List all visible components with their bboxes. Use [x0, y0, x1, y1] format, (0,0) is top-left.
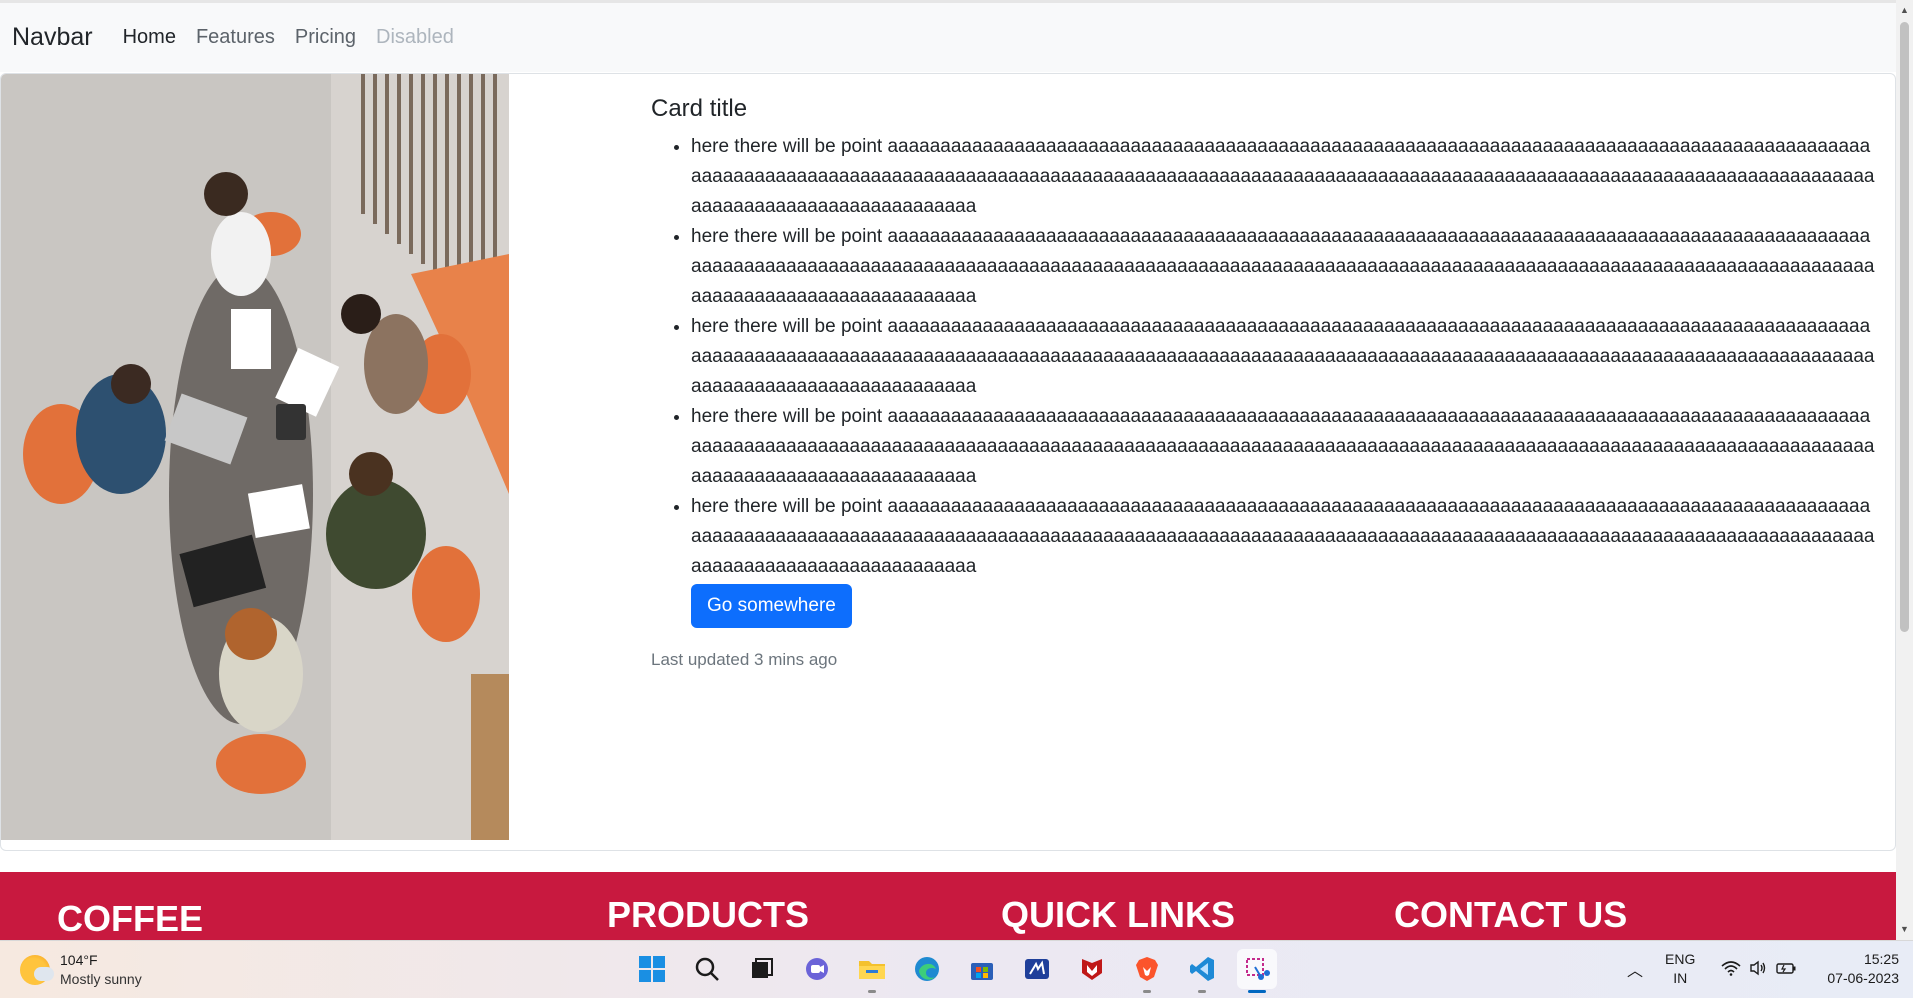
partly-sunny-icon — [20, 955, 54, 985]
footer: COFFEE PRODUCTS QUICK LINKS CONTACT US — [0, 872, 1896, 940]
scrollbar-thumb[interactable] — [1900, 22, 1909, 632]
taskbar-apps — [632, 949, 1292, 993]
clock-date: 07-06-2023 — [1827, 970, 1899, 986]
list-item: here there will be point aaaaaaaaaaaaaaa… — [691, 222, 1876, 312]
navbar-brand[interactable]: Navbar — [12, 23, 93, 52]
brave-icon[interactable] — [1127, 949, 1167, 993]
start-icon[interactable] — [632, 949, 672, 989]
nav-link-home[interactable]: Home — [123, 26, 176, 49]
file-explorer-icon[interactable] — [852, 949, 892, 993]
points-list: here there will be point aaaaaaaaaaaaaaa… — [651, 132, 1876, 582]
mcafee-icon[interactable] — [1072, 949, 1112, 989]
editor-app-icon[interactable] — [1017, 949, 1057, 989]
clock-time: 15:25 — [1863, 951, 1899, 967]
list-item: here there will be point aaaaaaaaaaaaaaa… — [691, 132, 1876, 222]
lang-bottom: IN — [1673, 970, 1688, 986]
card-title: Card title — [651, 95, 748, 122]
search-icon[interactable] — [687, 949, 727, 989]
quick-settings[interactable] — [1721, 960, 1805, 979]
go-somewhere-button[interactable]: Go somewhere — [691, 584, 852, 628]
windows-taskbar: 104°F Mostly sunny ︿ ENG IN 15:25 07-06-… — [0, 940, 1913, 998]
footer-heading-quick-links: QUICK LINKS — [1001, 894, 1235, 935]
weather-temp: 104°F — [60, 952, 98, 968]
list-item: here there will be point aaaaaaaaaaaaaaa… — [691, 312, 1876, 402]
system-tray: ︿ ENG IN 15:25 07-06-2023 — [1627, 949, 1899, 989]
list-item: here there will be point aaaaaaaaaaaaaaa… — [691, 492, 1876, 582]
footer-heading-coffee: COFFEE — [57, 898, 204, 939]
scroll-up-arrow-icon[interactable]: ▲ — [1899, 5, 1910, 16]
task-view-icon[interactable] — [742, 949, 782, 989]
snipping-tool-icon[interactable] — [1237, 949, 1277, 993]
language-indicator[interactable]: ENG IN — [1665, 950, 1695, 988]
scroll-down-arrow-icon[interactable]: ▼ — [1899, 924, 1910, 935]
footer-heading-products: PRODUCTS — [607, 894, 810, 935]
list-item: here there will be point aaaaaaaaaaaaaaa… — [691, 402, 1876, 492]
nav-link-pricing[interactable]: Pricing — [295, 26, 356, 49]
vscode-icon[interactable] — [1182, 949, 1222, 993]
footer-heading-contact-us: CONTACT US — [1394, 894, 1628, 935]
nav-link-disabled: Disabled — [376, 26, 454, 48]
store-icon[interactable] — [962, 949, 1002, 989]
meeting-photo — [1, 74, 509, 840]
edge-icon[interactable] — [907, 949, 947, 989]
browser-viewport: Navbar Home Features Pricing Disabled Ca… — [0, 0, 1913, 940]
clock[interactable]: 15:25 07-06-2023 — [1827, 950, 1899, 988]
battery-icon — [1775, 960, 1797, 979]
lang-top: ENG — [1665, 951, 1696, 967]
last-updated-text: Last updated 3 mins ago — [651, 650, 838, 669]
weather-widget[interactable]: 104°F Mostly sunny — [20, 951, 142, 989]
navbar: Navbar Home Features Pricing Disabled — [0, 3, 1896, 72]
card-body: Card title here there will be point aaaa… — [651, 94, 1876, 670]
card-image-meeting — [1, 74, 509, 840]
wifi-icon — [1721, 960, 1741, 979]
nav-link-features[interactable]: Features — [196, 26, 275, 49]
card: Card title here there will be point aaaa… — [0, 73, 1896, 851]
chevron-up-icon[interactable]: ︿ — [1627, 957, 1643, 981]
weather-condition: Mostly sunny — [60, 971, 142, 987]
volume-icon — [1749, 960, 1767, 979]
vertical-scrollbar[interactable]: ▲ ▼ — [1896, 0, 1913, 940]
chat-icon[interactable] — [797, 949, 837, 989]
